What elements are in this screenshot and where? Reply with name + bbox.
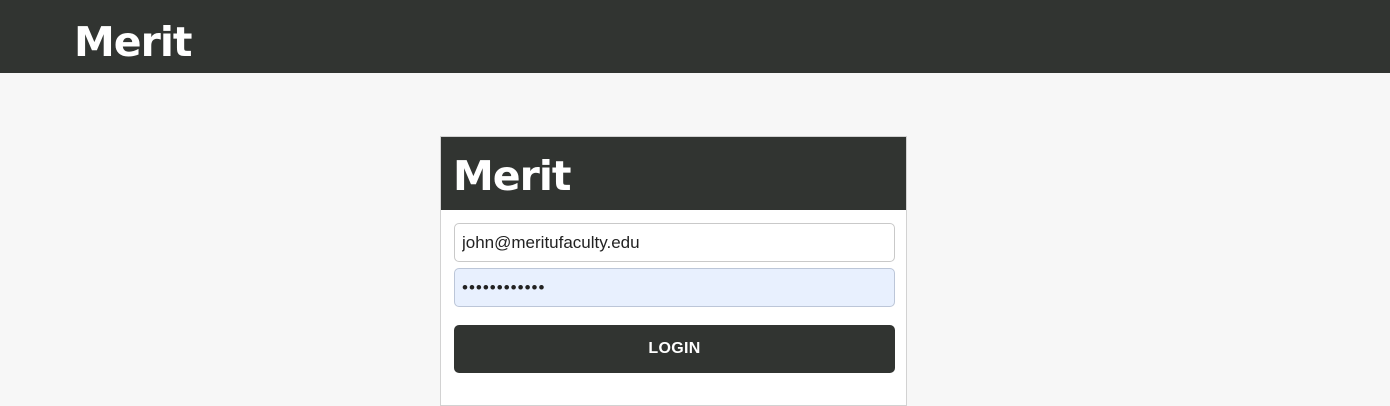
top-nav-bar: Merit bbox=[0, 0, 1390, 73]
password-field[interactable] bbox=[454, 268, 895, 307]
login-card-header: Merit bbox=[441, 137, 906, 210]
email-field[interactable] bbox=[454, 223, 895, 262]
login-card-logo: Merit bbox=[453, 152, 571, 200]
merit-logo[interactable]: Merit bbox=[74, 22, 192, 63]
login-card: Merit LOGIN bbox=[440, 136, 907, 406]
login-button[interactable]: LOGIN bbox=[454, 325, 895, 373]
